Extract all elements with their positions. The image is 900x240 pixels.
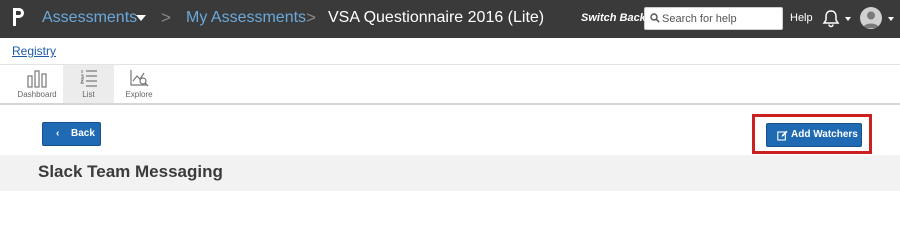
view-tab-list[interactable]: List [63,65,114,103]
top-navigation-bar: Assessments > My Assessments > VSA Quest… [0,0,900,38]
section-title: Slack Team Messaging [38,162,223,181]
bar-chart-icon [27,70,47,88]
divider [0,103,900,105]
chevron-down-icon[interactable] [845,17,851,21]
view-tab-label: List [82,90,95,99]
user-avatar-icon[interactable] [860,7,882,29]
chevron-left-icon: ‹ [56,128,60,139]
help-link[interactable]: Help [790,0,813,38]
bell-icon[interactable] [821,9,841,29]
p-logo-icon[interactable] [11,6,25,28]
back-button[interactable]: ‹ Back [42,122,101,146]
breadcrumb-my-assessments[interactable]: My Assessments [186,0,306,38]
registry-link[interactable]: Registry [12,44,56,58]
view-tab-dashboard[interactable]: Dashboard [12,65,62,103]
view-tab-explore[interactable]: Explore [114,65,164,103]
help-search-input[interactable] [662,10,780,27]
breadcrumb-current-page: VSA Questionnaire 2016 (Lite) [328,9,545,26]
add-watchers-label: Add Watchers [791,129,858,140]
view-tab-label: Explore [125,90,153,99]
back-button-label: Back [71,128,95,139]
help-search-box[interactable] [644,7,783,30]
chevron-down-icon[interactable] [888,17,894,21]
avatar-silhouette-icon [863,11,879,28]
chevron-down-icon[interactable] [136,15,146,21]
explore-chart-icon [130,70,149,87]
breadcrumb-separator: > [306,8,316,27]
highlight-box: Add Watchers [752,114,872,154]
search-icon [650,13,660,23]
view-tab-label: Dashboard [17,90,57,99]
section-header: Slack Team Messaging [0,155,900,191]
add-watchers-button[interactable]: Add Watchers [766,123,862,147]
breadcrumb-separator: > [161,8,171,27]
nav-assessments-menu[interactable]: Assessments [42,0,137,38]
edit-icon [777,130,788,141]
list-icon [79,70,97,87]
switch-back-link[interactable]: Switch Back [581,0,646,38]
